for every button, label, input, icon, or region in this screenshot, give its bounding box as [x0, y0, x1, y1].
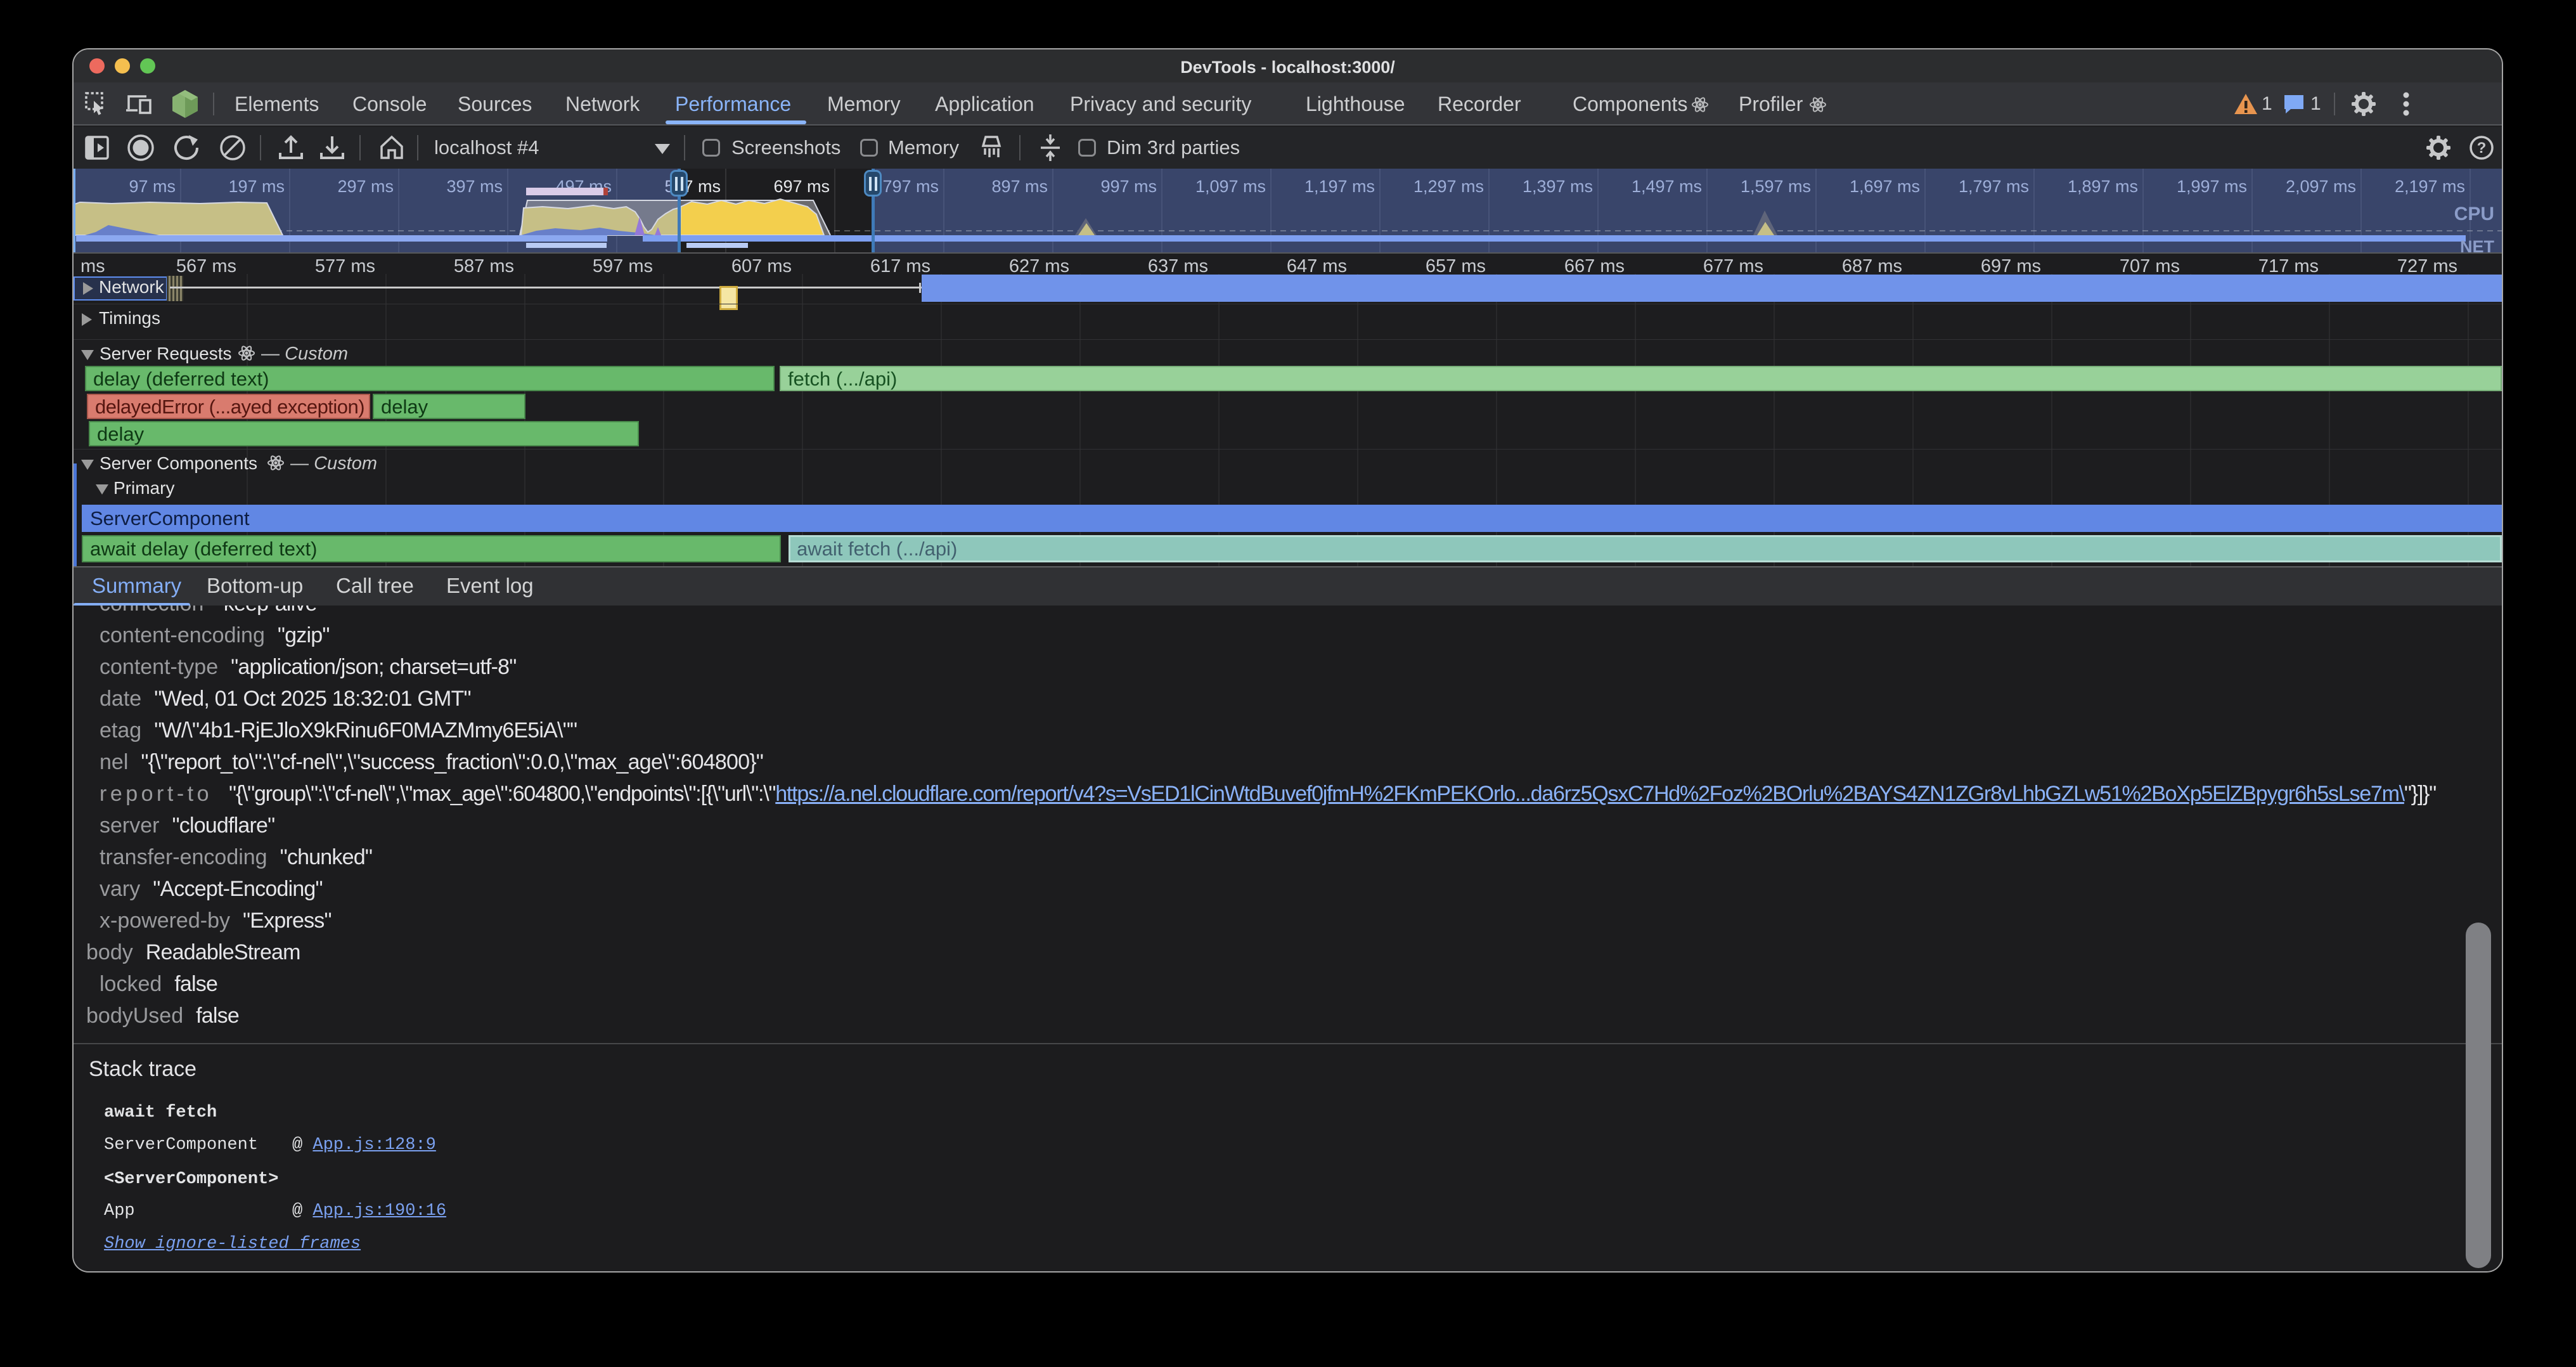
svg-text:?: ?	[2477, 139, 2487, 157]
